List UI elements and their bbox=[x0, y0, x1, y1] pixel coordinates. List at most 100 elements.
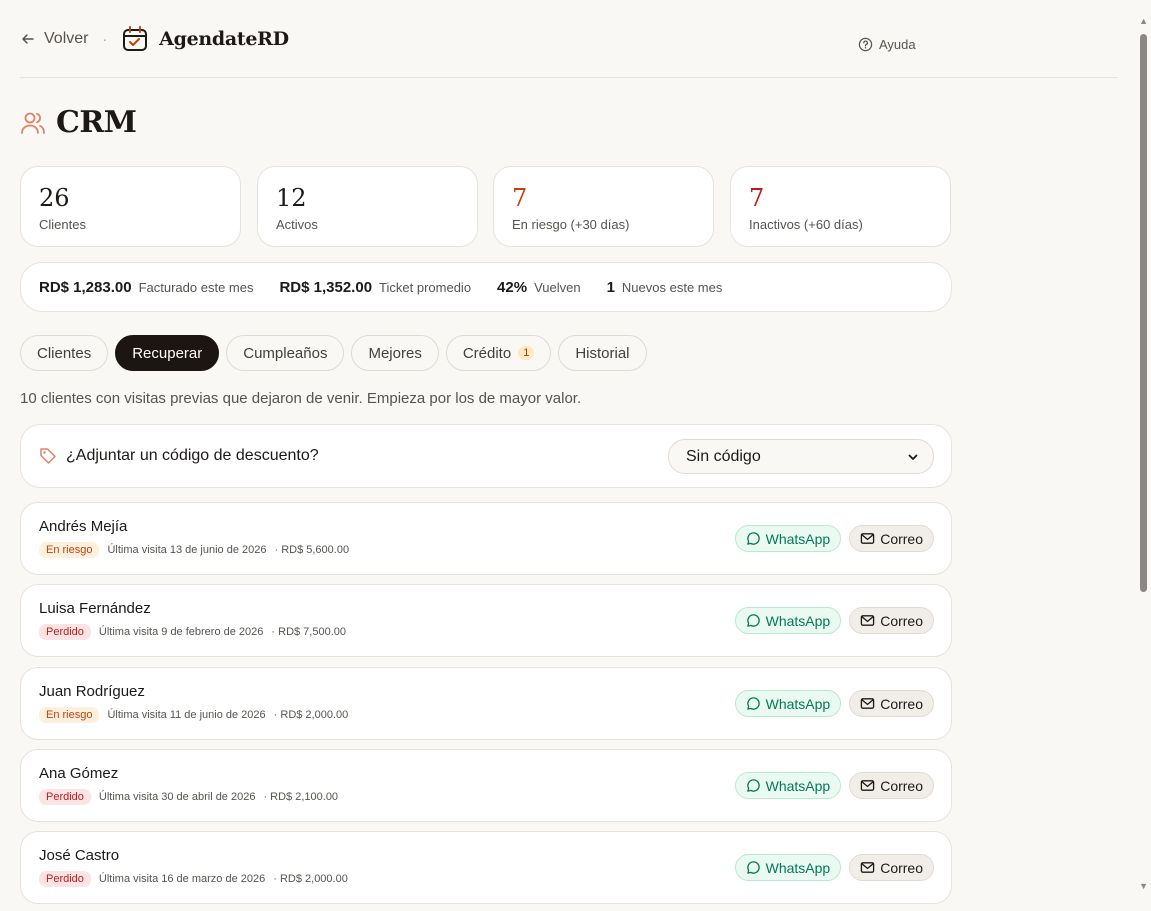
email-label: Correo bbox=[880, 530, 923, 547]
summary-ticket: RD$ 1,352.00 Ticket promedio bbox=[279, 279, 471, 296]
help-label: Ayuda bbox=[879, 37, 916, 52]
summary-label: Ticket promedio bbox=[379, 279, 472, 295]
stat-card-at-risk: 7 En riesgo (+30 días) bbox=[493, 166, 714, 247]
client-meta: En riesgo Última visita 13 de junio de 2… bbox=[39, 542, 349, 558]
mail-icon bbox=[860, 533, 875, 544]
scroll-up-arrow-icon[interactable]: ▲ bbox=[1139, 16, 1148, 26]
coupon-question: ¿Adjuntar un código de descuento? bbox=[66, 447, 319, 464]
arrow-left-icon bbox=[22, 33, 34, 44]
status-badge: Perdido bbox=[39, 871, 91, 887]
back-label: Volver bbox=[44, 29, 89, 47]
tab-bar: Clientes Recuperar Cumpleaños Mejores Cr… bbox=[20, 335, 647, 371]
chat-bubble-icon bbox=[746, 614, 760, 627]
chat-bubble-icon bbox=[746, 861, 760, 874]
tab-credito[interactable]: Crédito 1 bbox=[445, 335, 552, 371]
email-button[interactable]: Correo bbox=[849, 772, 934, 799]
client-value: · RD$ 5,600.00 bbox=[274, 544, 350, 556]
client-name: Luisa Fernández bbox=[39, 600, 151, 617]
mail-icon bbox=[860, 698, 875, 709]
email-button[interactable]: Correo bbox=[849, 854, 934, 881]
status-badge: En riesgo bbox=[39, 542, 100, 558]
stat-label: Inactivos (+60 días) bbox=[749, 217, 863, 232]
summary-value: 42% bbox=[497, 278, 528, 296]
tab-label: Crédito bbox=[462, 344, 512, 362]
last-visit: Última visita 16 de marzo de 2026 bbox=[98, 873, 266, 885]
tab-mejores[interactable]: Mejores bbox=[351, 335, 439, 371]
page-title-text: CRM bbox=[56, 105, 137, 140]
coupon-select[interactable]: Sin código bbox=[668, 439, 934, 474]
tab-clientes[interactable]: Clientes bbox=[20, 335, 109, 371]
client-name: José Castro bbox=[39, 847, 120, 864]
client-row: Andrés Mejía En riesgo Última visita 13 … bbox=[20, 502, 952, 575]
separator: · bbox=[102, 30, 108, 47]
whatsapp-button[interactable]: WhatsApp bbox=[734, 607, 842, 634]
status-badge: En riesgo bbox=[39, 707, 100, 723]
help-button[interactable]: Ayuda bbox=[858, 37, 916, 52]
email-button[interactable]: Correo bbox=[849, 607, 934, 634]
summary-bar: RD$ 1,283.00 Facturado este mes RD$ 1,35… bbox=[20, 262, 952, 312]
whatsapp-button[interactable]: WhatsApp bbox=[734, 690, 842, 717]
summary-return: 42% Vuelven bbox=[497, 279, 581, 296]
chat-bubble-icon bbox=[746, 779, 760, 792]
whatsapp-button[interactable]: WhatsApp bbox=[734, 772, 842, 799]
tab-cumpleanos[interactable]: Cumpleaños bbox=[226, 335, 345, 371]
summary-new: 1 Nuevos este mes bbox=[607, 279, 723, 296]
stat-label: Clientes bbox=[39, 217, 86, 232]
whatsapp-label: WhatsApp bbox=[765, 777, 831, 794]
tab-recuperar[interactable]: Recuperar bbox=[115, 335, 220, 371]
client-value: · RD$ 7,500.00 bbox=[271, 626, 347, 638]
scroll-down-arrow-icon[interactable]: ▼ bbox=[1139, 881, 1148, 891]
client-name: Andrés Mejía bbox=[39, 518, 128, 535]
summary-billed: RD$ 1,283.00 Facturado este mes bbox=[39, 279, 253, 296]
tab-historial[interactable]: Historial bbox=[558, 335, 647, 371]
email-button[interactable]: Correo bbox=[849, 525, 934, 552]
mail-icon bbox=[860, 862, 875, 873]
client-meta: Perdido Última visita 16 de marzo de 202… bbox=[39, 871, 348, 887]
mail-icon bbox=[860, 780, 875, 791]
summary-label: Facturado este mes bbox=[138, 279, 254, 295]
email-button[interactable]: Correo bbox=[849, 690, 934, 717]
mail-icon bbox=[860, 615, 875, 626]
stat-label: En riesgo (+30 días) bbox=[512, 217, 630, 232]
scrollbar[interactable]: ▲ ▼ bbox=[1137, 0, 1151, 911]
client-meta: Perdido Última visita 9 de febrero de 20… bbox=[39, 624, 346, 640]
whatsapp-button[interactable]: WhatsApp bbox=[734, 525, 842, 552]
email-label: Correo bbox=[880, 612, 923, 629]
whatsapp-label: WhatsApp bbox=[765, 859, 831, 876]
scrollbar-thumb[interactable] bbox=[1140, 34, 1147, 592]
chevron-down-icon bbox=[908, 454, 918, 460]
summary-value: RD$ 1,283.00 bbox=[39, 278, 132, 296]
users-icon bbox=[21, 112, 45, 134]
email-label: Correo bbox=[880, 695, 923, 712]
client-row: José Castro Perdido Última visita 16 de … bbox=[20, 831, 952, 904]
client-row: Juan Rodríguez En riesgo Última visita 1… bbox=[20, 667, 952, 740]
help-circle-icon bbox=[858, 37, 873, 52]
stat-card-inactive: 7 Inactivos (+60 días) bbox=[730, 166, 951, 247]
brand-name: AgendateRD bbox=[159, 27, 289, 50]
client-row: Ana Gómez Perdido Última visita 30 de ab… bbox=[20, 749, 952, 822]
email-label: Correo bbox=[880, 777, 923, 794]
coupon-select-value: Sin código bbox=[686, 447, 761, 465]
stat-value: 7 bbox=[512, 184, 528, 212]
brand[interactable]: AgendateRD bbox=[121, 25, 289, 53]
chat-bubble-icon bbox=[746, 697, 760, 710]
client-value: · RD$ 2,100.00 bbox=[263, 791, 339, 803]
back-button[interactable]: Volver bbox=[20, 30, 88, 48]
stat-value: 7 bbox=[749, 184, 765, 212]
chat-bubble-icon bbox=[746, 532, 760, 545]
stat-card-active: 12 Activos bbox=[257, 166, 478, 247]
calendar-check-icon bbox=[123, 25, 148, 51]
whatsapp-button[interactable]: WhatsApp bbox=[734, 854, 842, 881]
last-visit: Última visita 9 de febrero de 2026 bbox=[98, 626, 264, 638]
stat-value: 12 bbox=[276, 184, 307, 212]
whatsapp-label: WhatsApp bbox=[765, 612, 831, 629]
stat-card-clients: 26 Clientes bbox=[20, 166, 241, 247]
client-meta: En riesgo Última visita 11 de junio de 2… bbox=[39, 707, 348, 723]
count-badge: 1 bbox=[518, 346, 535, 360]
last-visit: Última visita 11 de junio de 2026 bbox=[107, 709, 266, 721]
status-badge: Perdido bbox=[39, 624, 91, 640]
top-bar: Volver · AgendateRD bbox=[20, 0, 1118, 78]
section-description: 10 clientes con visitas previas que deja… bbox=[20, 390, 582, 407]
whatsapp-label: WhatsApp bbox=[765, 530, 831, 547]
coupon-panel: ¿Adjuntar un código de descuento? Sin có… bbox=[20, 424, 952, 488]
